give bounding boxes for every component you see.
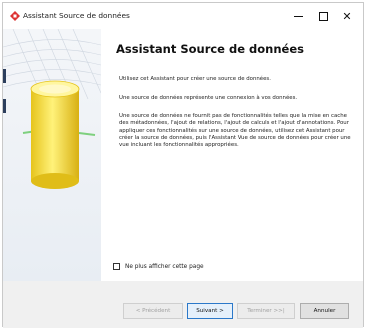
dont-show-again-option[interactable]: Ne plus afficher cette page (113, 263, 204, 270)
page-title: Assistant Source de données (116, 42, 304, 56)
cancel-button[interactable]: Annuler (300, 303, 349, 319)
app-icon (10, 11, 20, 21)
button-bar: < Précédent Suivant > Terminer >>| Annul… (3, 281, 363, 328)
title-bar[interactable]: Assistant Source de données ✕ (3, 3, 363, 29)
side-illustration (3, 29, 101, 281)
intro-paragraph: Utilisez cet Assistant pour créer une so… (119, 76, 271, 82)
dont-show-again-label[interactable]: Ne plus afficher cette page (125, 264, 204, 270)
wizard-window: Assistant Source de données ✕ Assistant … (2, 2, 364, 328)
finish-button[interactable]: Terminer >>| (237, 303, 295, 319)
next-button[interactable]: Suivant > (187, 303, 233, 319)
dont-show-again-checkbox[interactable] (113, 263, 120, 270)
close-button[interactable]: ✕ (334, 3, 360, 29)
minimize-button[interactable] (285, 3, 311, 29)
previous-button[interactable]: < Précédent (123, 303, 183, 319)
database-illustration (3, 29, 101, 281)
close-icon: ✕ (342, 9, 352, 23)
wizard-content: Assistant Source de données Utilisez cet… (101, 29, 363, 281)
definition-paragraph: Une source de données représente une con… (119, 95, 298, 101)
window-title: Assistant Source de données (23, 11, 130, 20)
maximize-icon (318, 11, 328, 21)
details-paragraph: Une source de données ne fournit pas de … (119, 113, 351, 149)
maximize-button[interactable] (310, 3, 336, 29)
minimize-icon (293, 16, 303, 17)
